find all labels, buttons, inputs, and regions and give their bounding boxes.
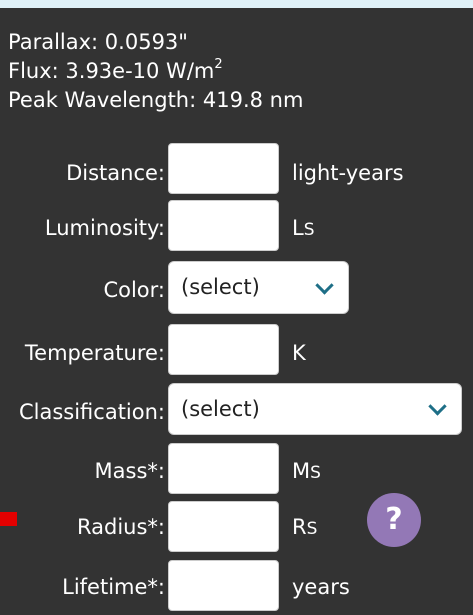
mass-label: Mass*: (94, 459, 165, 483)
temperature-unit: K (292, 341, 306, 365)
distance-unit: light-years (292, 161, 404, 185)
red-marker (0, 512, 17, 526)
mass-unit-main: M (292, 459, 311, 483)
color-select[interactable]: (select) (168, 261, 349, 314)
classification-label: Classification: (18, 400, 165, 424)
mass-unit: MS (292, 457, 321, 487)
radius-input[interactable] (168, 501, 279, 552)
luminosity-input[interactable] (168, 200, 279, 251)
parallax-text: Parallax: 0.0593" (8, 30, 188, 54)
distance-label: Distance: (66, 161, 165, 185)
help-button[interactable]: ? (367, 493, 421, 547)
luminosity-unit-sub: S (303, 220, 315, 240)
luminosity-unit: LS (292, 214, 315, 244)
luminosity-unit-main: L (292, 216, 304, 240)
distance-input[interactable] (168, 143, 279, 194)
flux-text: Flux: 3.93e-10 W/m2 (8, 57, 223, 86)
peak-wavelength-text: Peak Wavelength: 419.8 nm (8, 88, 304, 112)
luminosity-label: Luminosity: (44, 216, 165, 240)
classification-select-value: (select) (181, 397, 260, 421)
mass-unit-sub: S (310, 463, 321, 483)
temperature-label: Temperature: (24, 341, 165, 365)
top-strip (0, 0, 473, 8)
radius-unit-sub: S (306, 519, 318, 539)
classification-select[interactable]: (select) (168, 383, 462, 435)
radius-unit-main: R (292, 515, 307, 539)
lifetime-label: Lifetime*: (62, 575, 165, 599)
mass-input[interactable] (168, 443, 279, 494)
flux-exponent: 2 (214, 57, 223, 72)
chevron-down-icon (428, 397, 447, 416)
lifetime-unit: years (292, 575, 350, 599)
radius-unit: RS (292, 513, 317, 543)
flux-value: Flux: 3.93e-10 W/m (8, 59, 215, 83)
temperature-input[interactable] (168, 324, 279, 375)
color-select-value: (select) (181, 275, 260, 299)
color-label: Color: (103, 278, 165, 302)
radius-label: Radius*: (77, 515, 165, 539)
question-icon: ? (385, 502, 403, 537)
lifetime-input[interactable] (168, 560, 279, 611)
chevron-down-icon (315, 275, 334, 295)
